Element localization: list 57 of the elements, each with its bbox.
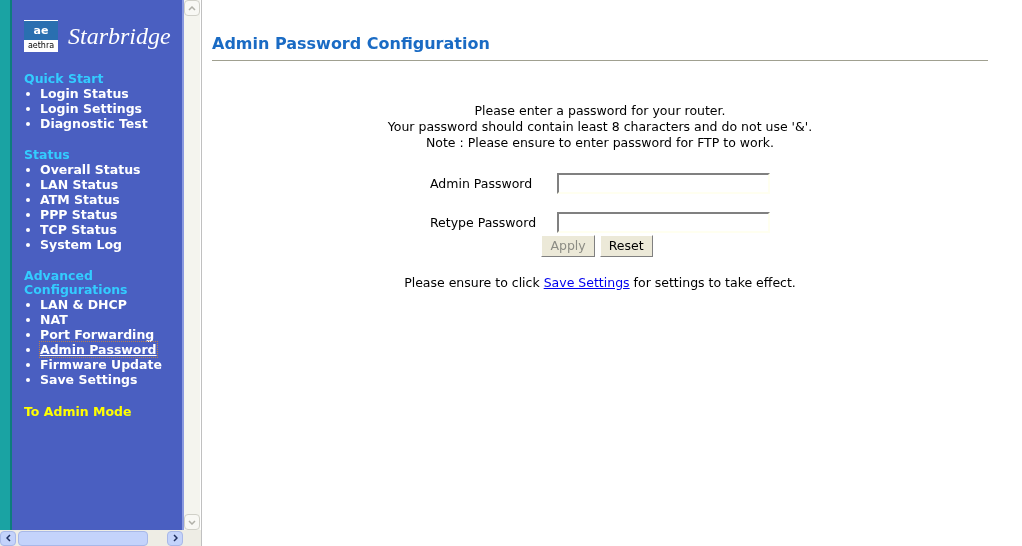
horizontal-scrollbar[interactable] [0,530,201,546]
bullet-icon [26,317,30,322]
nav-link[interactable]: TCP Status [40,222,117,237]
bullet-icon [26,227,30,232]
nav-link[interactable]: Login Status [40,86,129,101]
save-notice: Please ensure to click Save Settings for settings to take effect. [404,275,796,291]
bullet-icon [26,302,30,307]
nav-link[interactable]: ATM Status [40,192,120,207]
nav-link[interactable]: Login Settings [40,101,143,116]
vertical-scrollbar[interactable] [184,0,200,530]
instruction-text: Note : Please ensure to enter password for FTP to work. [425,135,774,151]
bullet-icon [26,167,30,172]
bullet-icon [26,212,30,217]
nav-link[interactable]: LAN Status [40,177,119,192]
scroll-right-button[interactable] [167,530,183,546]
logo-icon: ae aethra [24,20,58,52]
bullet-icon [26,377,30,382]
bullet-icon [26,182,30,187]
bullet-icon [26,121,30,126]
nav-link[interactable]: PPP Status [40,207,118,222]
instruction-text: Your password should contain least 8 characters and do not use '&'. [387,119,813,135]
password-field[interactable] [557,173,770,194]
chevron-left-icon [5,534,11,542]
nav-link[interactable]: NAT [40,312,68,327]
nav-link[interactable]: Save Settings [40,372,138,387]
nav-link[interactable]: Firmware Update [40,357,162,372]
bullet-icon [26,91,30,96]
field-label: Admin Password [430,175,534,192]
section-title: Quick Start [24,72,105,86]
save-settings-link[interactable]: Save Settings [543,275,630,290]
instruction-text: Please enter a password for your router. [474,103,726,119]
chevron-down-icon [188,519,196,525]
bullet-icon [26,332,30,337]
nav-link[interactable]: System Log [40,237,122,252]
page-title: Admin Password Configuration [212,34,988,61]
scroll-left-button[interactable] [0,530,16,546]
nav-link[interactable]: Overall Status [40,162,141,177]
section-title: Status [24,148,71,162]
nav-link[interactable]: Admin Password [40,342,157,357]
chevron-right-icon [172,534,178,542]
password-field[interactable] [557,212,770,233]
nav-link[interactable]: Diagnostic Test [40,116,148,131]
admin-mode-link[interactable]: To Admin Mode [24,404,170,419]
bullet-icon [26,347,30,352]
scroll-up-button[interactable] [184,0,200,16]
field-label: Retype Password [430,214,538,231]
section-title: Advanced Configurations [24,269,129,297]
bullet-icon [26,197,30,202]
bullet-icon [26,242,30,247]
nav-link[interactable]: LAN & DHCP [40,297,127,312]
bullet-icon [26,362,30,367]
scroll-thumb[interactable] [18,530,148,546]
nav-link[interactable]: Port Forwarding [40,327,155,342]
bullet-icon [26,106,30,111]
chevron-up-icon [188,5,196,11]
product-logo: Starbridge [68,24,171,48]
form-button[interactable]: Reset [599,235,653,257]
